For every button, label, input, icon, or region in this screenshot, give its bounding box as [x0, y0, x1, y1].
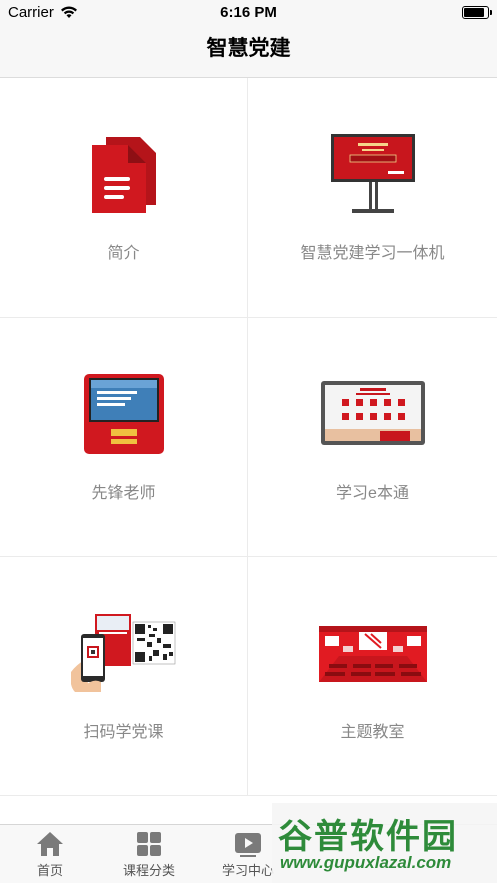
watermark-title: 谷普软件园: [278, 817, 458, 857]
play-icon: [235, 833, 261, 857]
tab-label: 课程分类: [122, 863, 175, 878]
grid-item-label: 主题教室: [340, 724, 405, 741]
tab-course-category[interactable]: 课程分类: [99, 831, 199, 879]
classroom-icon: [318, 626, 427, 682]
tab-home[interactable]: 首页: [0, 831, 100, 879]
grid-item-scan-course[interactable]: 扫码学党课: [0, 556, 248, 796]
grid-item-intro[interactable]: 简介: [0, 78, 248, 317]
battery-icon: [462, 6, 492, 19]
battery-level: [464, 8, 484, 17]
qr-scan-phone-icon: [70, 614, 175, 692]
navigation-bar: 智慧党建: [0, 26, 497, 78]
tablet-icon: [320, 381, 425, 445]
feature-grid: 简介 智慧党建学习一体机 先锋老师 学习e本通 扫码学党课 主题教室: [0, 78, 497, 796]
grid-item-label: 智慧党建学习一体机: [300, 245, 445, 262]
grid-icon: [137, 832, 161, 856]
home-icon: [37, 832, 63, 856]
grid-item-pioneer-teacher[interactable]: 先锋老师: [0, 317, 248, 556]
watermark: 谷普软件园 www.gupuxlazal.com: [272, 803, 497, 883]
document-icon: [91, 137, 156, 213]
grid-item-label: 扫码学党课: [83, 724, 164, 741]
grid-item-label: 简介: [107, 245, 140, 262]
grid-item-e-book[interactable]: 学习e本通: [248, 317, 497, 556]
grid-item-label: 学习e本通: [336, 485, 409, 502]
grid-item-label: 先锋老师: [91, 485, 156, 502]
grid-item-theme-classroom[interactable]: 主题教室: [248, 556, 497, 796]
tab-label: 首页: [36, 863, 63, 878]
page-title: 智慧党建: [206, 37, 291, 60]
clock: 6:16 PM: [220, 4, 277, 21]
grid-item-learning-machine[interactable]: 智慧党建学习一体机: [248, 78, 497, 317]
watermark-url: www.gupuxlazal.com: [280, 853, 452, 872]
kiosk-terminal-icon: [83, 374, 164, 454]
display-board-icon: [330, 134, 415, 213]
status-bar: Carrier 6:16 PM: [0, 0, 497, 26]
